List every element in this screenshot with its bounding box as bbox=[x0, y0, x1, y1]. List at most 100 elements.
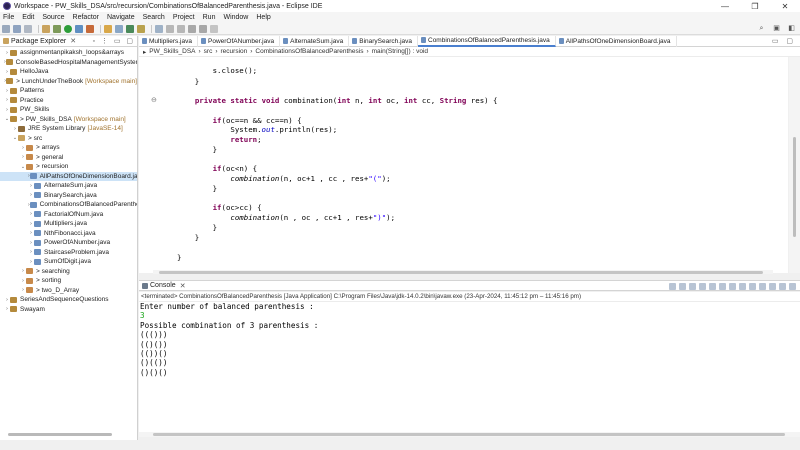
forward-icon[interactable] bbox=[199, 24, 207, 33]
code-line[interactable]: System.out.println(res); bbox=[177, 125, 337, 134]
tree-item[interactable]: › Swayam bbox=[0, 305, 137, 315]
close-icon[interactable]: ✕ bbox=[70, 37, 76, 45]
fold-collapse-icon[interactable]: ⊖ bbox=[151, 96, 157, 104]
breadcrumb-method[interactable]: main(String[]) : void bbox=[372, 48, 428, 55]
remove-launch-icon[interactable] bbox=[679, 283, 686, 290]
editor-tab[interactable]: AlternateSum.java bbox=[280, 35, 350, 47]
word-wrap-icon[interactable] bbox=[719, 283, 726, 290]
tree-item[interactable]: ⌄ > PW_Skills_DSA [Workspace main] bbox=[0, 115, 137, 125]
editor-hscroll-thumb[interactable] bbox=[159, 271, 763, 274]
breadcrumb-src[interactable]: src bbox=[204, 48, 213, 55]
display-console-icon[interactable] bbox=[759, 283, 766, 290]
breadcrumb-project[interactable]: PW_Skills_DSA bbox=[149, 48, 195, 55]
menu-project[interactable]: Project bbox=[173, 14, 195, 21]
code-line[interactable]: private static void combination(int n, i… bbox=[177, 96, 498, 105]
package-explorer-tab[interactable]: Package Explorer ✕ ▫ ⋮ ▭ ▢ bbox=[0, 36, 137, 47]
clear-console-icon[interactable] bbox=[699, 283, 706, 290]
code-line[interactable]: combination(n , oc , cc+1 , res+")"); bbox=[177, 213, 395, 222]
menu-file[interactable]: File bbox=[3, 14, 14, 21]
tree-item[interactable]: › > arrays bbox=[0, 143, 137, 153]
tree-item[interactable]: › JRE System Library [JavaSE-14] bbox=[0, 124, 137, 134]
annotation-prev-icon[interactable] bbox=[177, 24, 185, 33]
tree-item[interactable]: › > LunchUnderTheBook [Workspace main] bbox=[0, 77, 137, 87]
tree-item[interactable]: ⌄ > src bbox=[0, 134, 137, 144]
editor-tab[interactable]: CombinationsOfBalancedParenthesis.java bbox=[418, 35, 556, 47]
editor-tab[interactable]: PowerOfANumber.java bbox=[198, 35, 281, 47]
show-stdout-icon[interactable] bbox=[729, 283, 736, 290]
tree-item[interactable]: › Patterns bbox=[0, 86, 137, 96]
code-line[interactable]: if(oc<n) { bbox=[177, 164, 258, 173]
tree-item[interactable]: › CombinationsOfBalancedParenthe bbox=[0, 200, 137, 210]
code-line[interactable]: s.close(); bbox=[177, 66, 258, 75]
open-console-icon[interactable] bbox=[769, 283, 776, 290]
debug-icon[interactable] bbox=[53, 24, 61, 33]
code-line[interactable]: } bbox=[177, 77, 199, 86]
code-line[interactable]: } bbox=[177, 253, 181, 262]
console-title[interactable]: Console bbox=[150, 282, 176, 289]
console-horizontal-scrollbar[interactable] bbox=[139, 432, 800, 437]
search-icon[interactable]: ⌕ bbox=[757, 25, 766, 33]
tree-item[interactable]: › > two_D_Array bbox=[0, 286, 137, 296]
tree-item[interactable]: › assignmentanpikaksh_loops&arrays bbox=[0, 48, 137, 58]
maximize-button[interactable]: ❐ bbox=[740, 0, 770, 12]
editor-tab[interactable]: AllPathsOfOneDimensionBoard.java bbox=[556, 35, 677, 47]
code-editor[interactable]: ⊖ s.close(); } private static void combi… bbox=[139, 57, 788, 273]
pin-console-icon[interactable] bbox=[749, 283, 756, 290]
close-button[interactable]: ✕ bbox=[770, 0, 800, 12]
menu-navigate[interactable]: Navigate bbox=[107, 14, 135, 21]
console-output[interactable]: Enter number of balanced parenthesis :3P… bbox=[139, 301, 800, 437]
tree-item[interactable]: › PW_Skills bbox=[0, 105, 137, 115]
menu-help[interactable]: Help bbox=[256, 14, 270, 21]
back-icon[interactable] bbox=[188, 24, 196, 33]
save-all-icon[interactable] bbox=[24, 24, 32, 33]
editor-horizontal-scrollbar[interactable] bbox=[153, 270, 773, 274]
external-tools-icon[interactable] bbox=[86, 24, 94, 33]
tree-item[interactable]: › BinarySearch.java bbox=[0, 191, 137, 201]
menu-source[interactable]: Source bbox=[42, 14, 64, 21]
close-icon[interactable]: ✕ bbox=[180, 282, 186, 290]
editor-vertical-scrollbar[interactable] bbox=[789, 57, 800, 273]
open-type-icon[interactable] bbox=[137, 24, 145, 33]
java-perspective-icon[interactable]: ◧ bbox=[787, 25, 796, 33]
code-line[interactable]: return; bbox=[177, 135, 261, 144]
tree-item[interactable]: › > searching bbox=[0, 267, 137, 277]
new-package-icon[interactable] bbox=[115, 24, 123, 33]
menu-refactor[interactable]: Refactor bbox=[73, 14, 99, 21]
tree-item[interactable]: › FactorialOfNum.java bbox=[0, 210, 137, 220]
breadcrumb-package[interactable]: recursion bbox=[221, 48, 248, 55]
minimize-icon[interactable] bbox=[779, 283, 786, 290]
code-line[interactable]: } bbox=[177, 184, 217, 193]
tree-item[interactable]: › Practice bbox=[0, 96, 137, 106]
code-line[interactable]: combination(n, oc+1 , cc , res+"("); bbox=[177, 174, 390, 183]
breadcrumb-class[interactable]: CombinationsOfBalancedParenthesis bbox=[255, 48, 363, 55]
editor-tab[interactable]: Multipliers.java bbox=[139, 35, 198, 47]
code-line[interactable]: } bbox=[177, 145, 217, 154]
tree-item[interactable]: › HelloJava bbox=[0, 67, 137, 77]
editor-minmax-controls[interactable]: ▭ ▢ bbox=[772, 37, 796, 45]
menu-search[interactable]: Search bbox=[143, 14, 165, 21]
tree-item[interactable]: › AlternateSum.java bbox=[0, 181, 137, 191]
terminate-icon[interactable] bbox=[669, 283, 676, 290]
code-line[interactable]: if(oc>cc) { bbox=[177, 203, 262, 212]
tree-item[interactable]: › AllPathsOfOneDimensionBoard.ja bbox=[0, 171, 137, 181]
console-hscroll-thumb[interactable] bbox=[153, 433, 785, 436]
editor-scroll-thumb[interactable] bbox=[793, 137, 796, 237]
editor-tab[interactable]: BinarySearch.java bbox=[349, 35, 418, 47]
scroll-lock-icon[interactable] bbox=[709, 283, 716, 290]
tree-item[interactable]: ⌄ > recursion bbox=[0, 162, 137, 172]
minimize-button[interactable]: — bbox=[710, 0, 740, 12]
tree-item[interactable]: › NthFibonacci.java bbox=[0, 229, 137, 239]
explorer-horizontal-scrollbar[interactable] bbox=[8, 433, 112, 436]
tree-item[interactable]: › > sorting bbox=[0, 276, 137, 286]
annotation-next-icon[interactable] bbox=[166, 24, 174, 33]
tree-item[interactable]: › ConsoleBasedHospitalManagementSystem bbox=[0, 58, 137, 68]
remove-all-icon[interactable] bbox=[689, 283, 696, 290]
tree-item[interactable]: › SumOfDigit.java bbox=[0, 257, 137, 267]
run-icon[interactable] bbox=[64, 24, 72, 33]
pin-editor-icon[interactable] bbox=[210, 24, 218, 33]
new-class-icon[interactable] bbox=[126, 24, 134, 33]
new-java-project-icon[interactable] bbox=[104, 24, 112, 33]
code-line[interactable]: } bbox=[177, 223, 217, 232]
maximize-icon[interactable] bbox=[789, 283, 796, 290]
menu-run[interactable]: Run bbox=[203, 14, 216, 21]
